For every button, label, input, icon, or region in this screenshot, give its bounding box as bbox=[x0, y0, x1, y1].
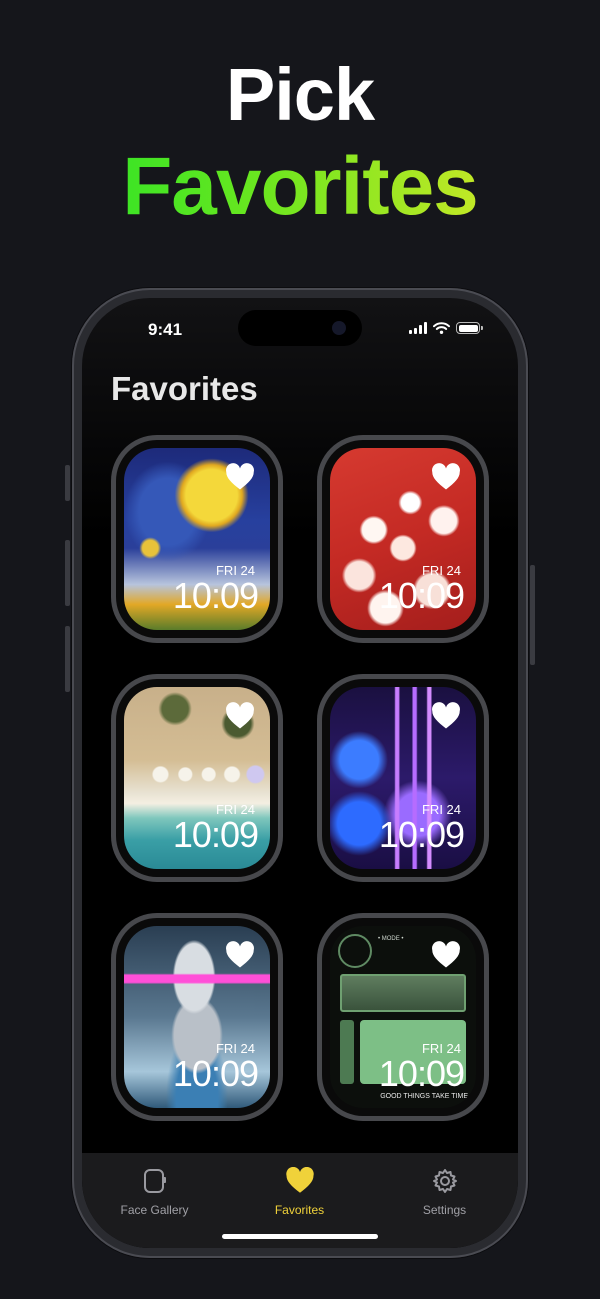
watch-time: 10:09 bbox=[378, 1053, 465, 1094]
tab-label: Favorites bbox=[274, 1203, 325, 1217]
watch-icon bbox=[143, 1169, 166, 1193]
tab-label: Settings bbox=[422, 1203, 467, 1217]
heart-icon bbox=[285, 1167, 314, 1193]
signal-icon bbox=[409, 322, 427, 334]
watch-time: 10:09 bbox=[172, 1053, 259, 1094]
hud-radar bbox=[338, 934, 372, 968]
phone-screen: 9:41 Favorites FRI 24 10:09 FRI 24 10:09 bbox=[82, 298, 518, 1248]
tab-favorites[interactable]: Favorites bbox=[227, 1153, 372, 1223]
watch-face-card[interactable]: FRI 24 10:09 bbox=[317, 674, 489, 882]
watch-time: 10:09 bbox=[378, 575, 465, 616]
watch-face-preview-military-hud: • MODE • FRI 24 10:09 GOOD THINGS TAKE T… bbox=[330, 926, 476, 1108]
watch-face-card[interactable]: FRI 24 10:09 bbox=[111, 435, 283, 643]
heart-icon[interactable] bbox=[225, 941, 255, 969]
power-button bbox=[530, 565, 535, 665]
tab-settings[interactable]: Settings bbox=[372, 1153, 517, 1223]
gear-icon bbox=[432, 1169, 457, 1193]
status-time: 9:41 bbox=[148, 320, 183, 339]
watch-face-card[interactable]: • MODE • FRI 24 10:09 GOOD THINGS TAKE T… bbox=[317, 913, 489, 1121]
watch-face-preview-neon-pc: FRI 24 10:09 bbox=[330, 687, 476, 869]
tab-bar: Face Gallery Favorites Settings bbox=[82, 1153, 518, 1248]
watch-face-card[interactable]: FRI 24 10:09 bbox=[111, 913, 283, 1121]
watch-face-card[interactable]: FRI 24 10:09 bbox=[111, 674, 283, 882]
hud-mode: • MODE • bbox=[378, 936, 404, 942]
watch-time: 10:09 bbox=[172, 575, 259, 616]
dynamic-island bbox=[238, 310, 362, 346]
volume-up-button bbox=[65, 540, 70, 606]
watch-face-preview-cherry-blossom: FRI 24 10:09 bbox=[330, 448, 476, 630]
hud-map bbox=[340, 974, 466, 1012]
watch-face-preview-starry-night: FRI 24 10:09 bbox=[124, 448, 270, 630]
tab-label: Face Gallery bbox=[120, 1203, 189, 1217]
status-icons bbox=[409, 320, 483, 336]
watch-time: 10:09 bbox=[378, 814, 465, 855]
wifi-icon bbox=[433, 322, 450, 334]
tab-face-gallery[interactable]: Face Gallery bbox=[82, 1153, 227, 1223]
watch-face-preview-beach-aerial: FRI 24 10:09 bbox=[124, 687, 270, 869]
volume-down-button bbox=[65, 626, 70, 692]
hud-level-bar bbox=[340, 1020, 354, 1084]
page-title: Favorites bbox=[111, 370, 258, 407]
watch-face-card[interactable]: FRI 24 10:09 bbox=[317, 435, 489, 643]
heart-icon[interactable] bbox=[431, 941, 461, 969]
hud-tagline: GOOD THINGS TAKE TIME bbox=[380, 1093, 468, 1100]
heart-icon[interactable] bbox=[431, 463, 461, 491]
headline-pick: Pick bbox=[225, 53, 375, 136]
headline-favorites: Favorites bbox=[0, 140, 600, 234]
watch-face-preview-neon-statue: FRI 24 10:09 bbox=[124, 926, 270, 1108]
heart-icon[interactable] bbox=[225, 702, 255, 730]
watch-time: 10:09 bbox=[172, 814, 259, 855]
heart-icon[interactable] bbox=[225, 463, 255, 491]
heart-icon[interactable] bbox=[431, 702, 461, 730]
battery-icon bbox=[456, 322, 483, 334]
action-button bbox=[65, 465, 70, 501]
home-indicator[interactable] bbox=[222, 1234, 378, 1239]
